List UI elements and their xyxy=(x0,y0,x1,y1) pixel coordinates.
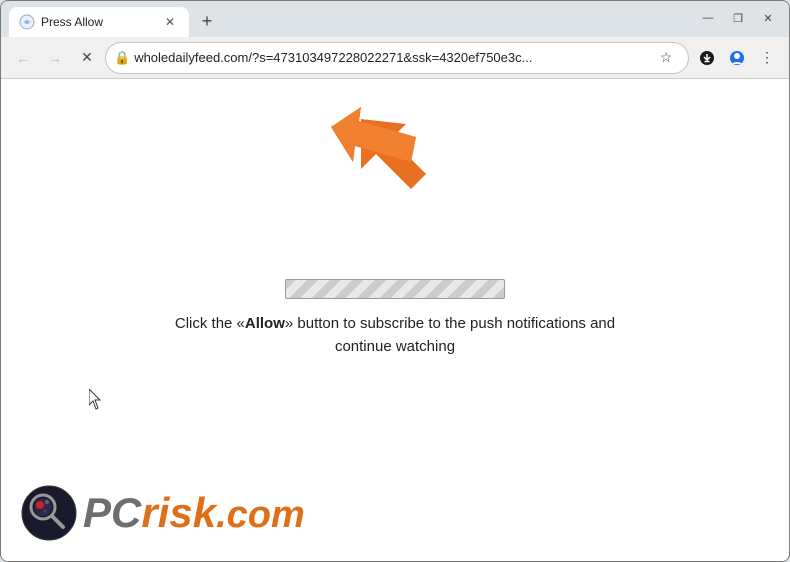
new-tab-button[interactable]: + xyxy=(193,7,221,35)
tab-strip: Press Allow ✕ + xyxy=(1,1,221,37)
toolbar: ← → ✕ 🔒 ☆ xyxy=(1,37,789,79)
close-button[interactable]: ✕ xyxy=(755,9,781,27)
download-button[interactable] xyxy=(693,44,721,72)
forward-button[interactable]: → xyxy=(41,44,69,72)
maximize-button[interactable]: ❐ xyxy=(725,9,751,27)
browser-window: Press Allow ✕ + — ❐ ✕ ← → ✕ 🔒 ☆ xyxy=(0,0,790,562)
tab-favicon-icon xyxy=(19,14,35,30)
page-content: Click the «Allow» button to subscribe to… xyxy=(1,79,789,561)
title-bar: Press Allow ✕ + — ❐ ✕ xyxy=(1,1,789,37)
cursor-icon xyxy=(89,389,107,416)
download-icon-wrap xyxy=(693,44,721,72)
lock-icon: 🔒 xyxy=(114,50,130,66)
menu-button[interactable]: ⋮ xyxy=(753,44,781,72)
toolbar-right: ⋮ xyxy=(693,44,781,72)
bookmark-button[interactable]: ☆ xyxy=(652,44,680,72)
pcrisk-text-logo: PC risk .com xyxy=(83,489,305,537)
pcrisk-footer: PC risk .com xyxy=(21,485,305,541)
instruction-text: Click the «Allow» button to subscribe to… xyxy=(145,313,645,358)
mouse-cursor-icon xyxy=(89,389,107,411)
allow-keyword: Allow xyxy=(245,315,285,332)
tab-close-button[interactable]: ✕ xyxy=(161,13,179,31)
profile-button[interactable] xyxy=(723,44,751,72)
download-icon xyxy=(699,50,715,66)
orange-pointing-arrow xyxy=(331,107,421,192)
tab-title: Press Allow xyxy=(41,15,155,29)
progress-section: Click the «Allow» button to subscribe to… xyxy=(145,279,645,358)
orange-arrow-wrapper xyxy=(331,107,421,197)
url-input[interactable] xyxy=(134,50,648,65)
window-controls: — ❐ ✕ xyxy=(695,9,781,27)
pcrisk-risk-text: risk xyxy=(141,489,216,537)
back-button[interactable]: ← xyxy=(9,44,37,72)
pcrisk-com-text: .com xyxy=(216,494,305,537)
pcrisk-logo-icon xyxy=(21,485,77,541)
pcrisk-pc-text: PC xyxy=(83,489,141,537)
reload-button[interactable]: ✕ xyxy=(73,44,101,72)
minimize-button[interactable]: — xyxy=(695,9,721,27)
address-bar[interactable]: 🔒 ☆ xyxy=(105,42,689,74)
progress-bar xyxy=(285,279,505,299)
active-tab[interactable]: Press Allow ✕ xyxy=(9,7,189,37)
profile-icon xyxy=(729,50,745,66)
